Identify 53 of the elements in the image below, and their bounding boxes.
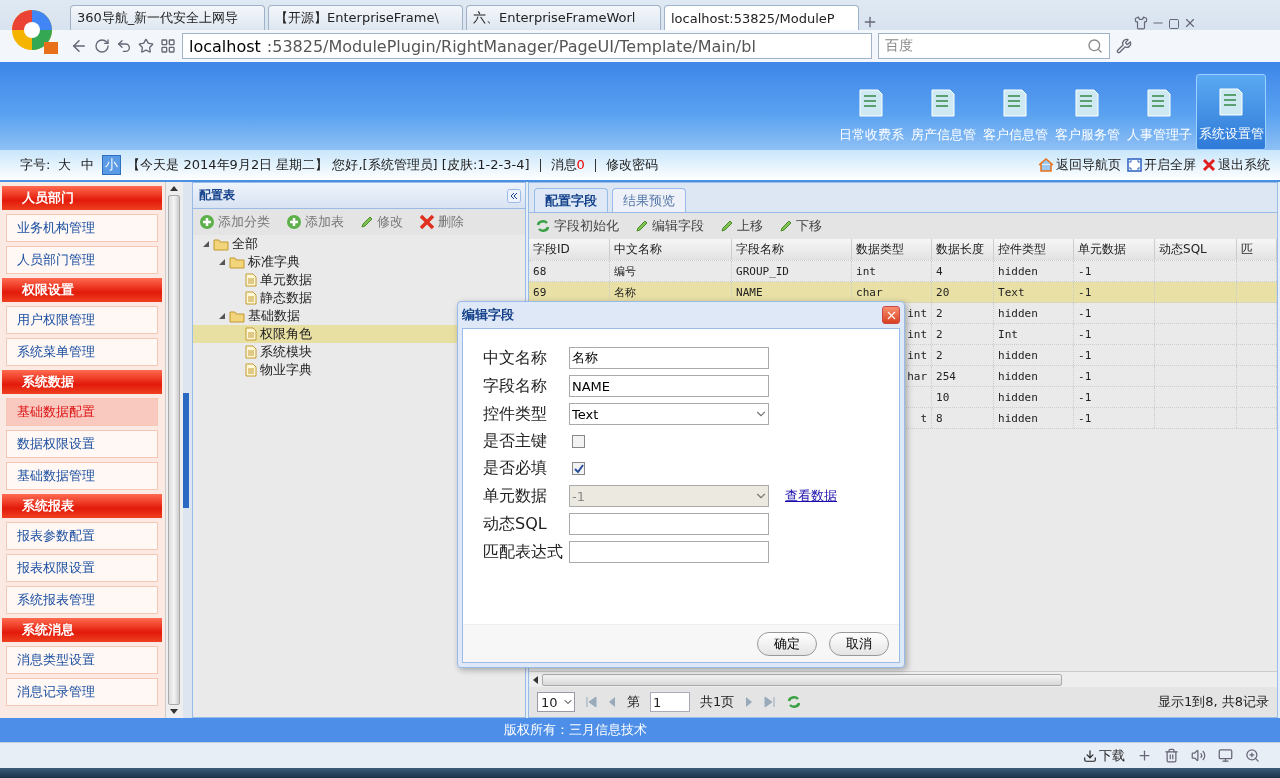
table-cell: -1 — [1078, 390, 1092, 404]
table-cell: char — [856, 285, 883, 299]
field-label: 中文名称 — [483, 347, 548, 369]
field-label: 控件类型 — [483, 403, 548, 425]
table-cell: int — [907, 306, 927, 320]
table-cell: GROUP_ID — [736, 264, 789, 278]
table-cell: -1 — [1078, 285, 1092, 299]
table-cell: Text — [998, 285, 1025, 299]
table-cell: -1 — [1078, 411, 1092, 425]
table-cell: int — [907, 327, 927, 341]
field-label: 匹配表达式 — [483, 541, 564, 563]
table-cell: hidden — [998, 369, 1038, 383]
table-cell: hidden — [998, 348, 1038, 362]
table-cell: 名称 — [614, 284, 636, 300]
table-cell: 2 — [936, 306, 943, 320]
table-cell: -1 — [1078, 306, 1092, 320]
panel-title: 配置表 — [199, 187, 236, 204]
table-cell: hidden — [998, 411, 1038, 425]
field-label: 是否必填 — [483, 458, 548, 479]
table-cell: 10 — [936, 390, 950, 404]
table-cell: 20 — [936, 285, 950, 299]
greeting-text: 【今天是 2014年9月2日 星期二】 您好,[系统管理员] [皮肤:1-2-3-4] — [127, 156, 530, 174]
table-cell: int — [907, 348, 927, 362]
copyright-text: 版权所有：三月信息技术 — [503, 721, 647, 739]
table-cell: -1 — [1078, 327, 1092, 341]
page-count: 共1页 — [700, 693, 735, 711]
table-cell: t — [920, 411, 927, 425]
record-summary: 显示1到8, 共8记录 — [1157, 693, 1269, 711]
table-cell: 4 — [936, 264, 943, 278]
table-cell: NAME — [736, 285, 763, 299]
table-cell: 2 — [936, 327, 943, 341]
table-cell: har — [907, 369, 927, 383]
table-cell: 68 — [533, 264, 547, 278]
field-label: 动态SQL — [483, 513, 548, 535]
table-cell: 8 — [936, 411, 943, 425]
table-cell: -1 — [1078, 348, 1092, 362]
table-cell: 编号 — [614, 263, 636, 279]
table-cell: -1 — [1078, 369, 1092, 383]
field-label: 单元数据 — [483, 485, 548, 507]
table-cell: hidden — [998, 306, 1038, 320]
table-cell: Int — [998, 327, 1018, 341]
table-cell: int — [856, 264, 876, 278]
font-size-label: 字号: — [20, 156, 51, 174]
page-label: 第 — [627, 693, 640, 711]
table-cell: 69 — [533, 285, 547, 299]
table-cell: hidden — [998, 390, 1038, 404]
table-cell: -1 — [1078, 264, 1092, 278]
table-cell: hidden — [998, 264, 1038, 278]
dialog-title: 编辑字段 — [462, 306, 514, 324]
field-label: 是否主键 — [483, 431, 548, 452]
field-label: 字段名称 — [483, 375, 548, 397]
table-cell: 2 — [936, 348, 943, 362]
table-cell: 254 — [936, 369, 956, 383]
